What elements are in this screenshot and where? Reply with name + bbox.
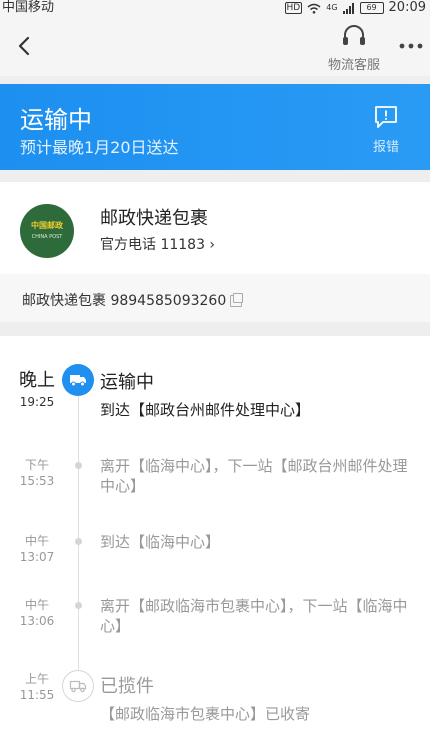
event-time-text: 13:07	[19, 550, 55, 564]
event-time: 上午 11:55	[14, 670, 60, 702]
logo-en-text: CHINA POST	[31, 233, 63, 240]
event-description: 到达【临海中心】	[100, 533, 221, 551]
back-button[interactable]	[14, 32, 34, 60]
status-bar: 中国移动 HD 4G 69 20:09	[0, 0, 430, 18]
carrier-service-name: 邮政快递包裹	[100, 208, 208, 229]
official-phone-link[interactable]: 官方电话 11183 ›	[100, 234, 215, 254]
event-time: 中午 13:06	[14, 596, 60, 628]
timeline-dot	[75, 462, 82, 469]
event-status: 已揽件	[100, 676, 154, 697]
timeline-line	[78, 376, 79, 686]
timeline-dot	[75, 602, 82, 609]
event-period: 晚上	[19, 370, 55, 391]
event-time-text: 11:55	[19, 688, 55, 702]
carrier-name: 中国移动	[2, 0, 55, 15]
customer-service-button[interactable]: 物流客服	[322, 24, 386, 73]
event-period: 下午	[24, 458, 49, 472]
signal-label: 4G	[326, 3, 338, 12]
tracking-number: 邮政快递包裹 9894585093260	[22, 290, 244, 310]
estimated-delivery: 预计最晚1月20日送达	[20, 138, 179, 157]
nav-bar: 物流客服	[0, 18, 430, 76]
event-time: 中午 13:07	[14, 532, 60, 564]
hd-icon: HD	[284, 2, 303, 14]
report-error-button[interactable]: 报错	[366, 104, 406, 155]
tracking-number-text: 邮政快递包裹 9894585093260	[22, 293, 227, 309]
event-description: 到达【邮政台州邮件处理中心】	[100, 401, 311, 419]
event-period: 上午	[24, 672, 49, 686]
customer-service-label: 物流客服	[327, 58, 380, 73]
status-time: 20:09	[388, 0, 426, 15]
pickup-truck-icon	[69, 680, 87, 693]
event-time: 下午 15:53	[14, 456, 60, 488]
carrier-card: 中国邮政 CHINA POST 邮政快递包裹 官方电话 11183 › 邮政快递…	[0, 182, 430, 322]
event-time-text: 19:25	[19, 395, 55, 409]
headset-icon	[343, 25, 365, 45]
event-description: 【邮政临海市包裹中心】已收寄	[100, 705, 311, 723]
report-icon	[375, 106, 397, 128]
more-button[interactable]	[398, 36, 424, 56]
event-description: 离开【邮政临海市包裹中心】，下一站【临海中心】	[100, 597, 408, 635]
battery-icon: 69	[359, 2, 384, 14]
timeline-dot	[75, 538, 82, 545]
event-time-text: 13:06	[19, 614, 55, 628]
more-dots-icon	[399, 43, 423, 49]
shipment-status-title: 运输中	[20, 106, 92, 134]
transit-banner: 运输中 预计最晚1月20日送达 报错	[0, 84, 430, 170]
transit-badge	[62, 364, 94, 396]
copy-icon[interactable]	[230, 293, 244, 307]
event-time: 晚上 19:25	[14, 366, 60, 409]
tracking-timeline: 晚上 19:25 运输中 到达【邮政台州邮件处理中心】 下午 15:53 离开【…	[0, 336, 430, 740]
event-period: 中午	[24, 534, 49, 548]
pickup-badge	[62, 670, 94, 702]
event-period: 中午	[24, 598, 49, 612]
report-error-label: 报错	[372, 140, 399, 155]
signal-icon	[342, 2, 354, 14]
back-arrow-icon	[18, 36, 30, 56]
wifi-icon	[307, 3, 321, 14]
event-time-text: 15:53	[19, 474, 55, 488]
logo-text: 中国邮政	[31, 220, 63, 230]
tracking-number-row: 邮政快递包裹 9894585093260	[0, 274, 430, 322]
china-post-logo: 中国邮政 CHINA POST	[20, 204, 74, 258]
truck-icon	[70, 375, 86, 387]
status-icons: HD 4G 69 20:09	[284, 0, 426, 16]
event-status: 运输中	[100, 372, 154, 393]
event-description: 离开【临海中心】，下一站【邮政台州邮件处理中心】	[100, 457, 408, 495]
